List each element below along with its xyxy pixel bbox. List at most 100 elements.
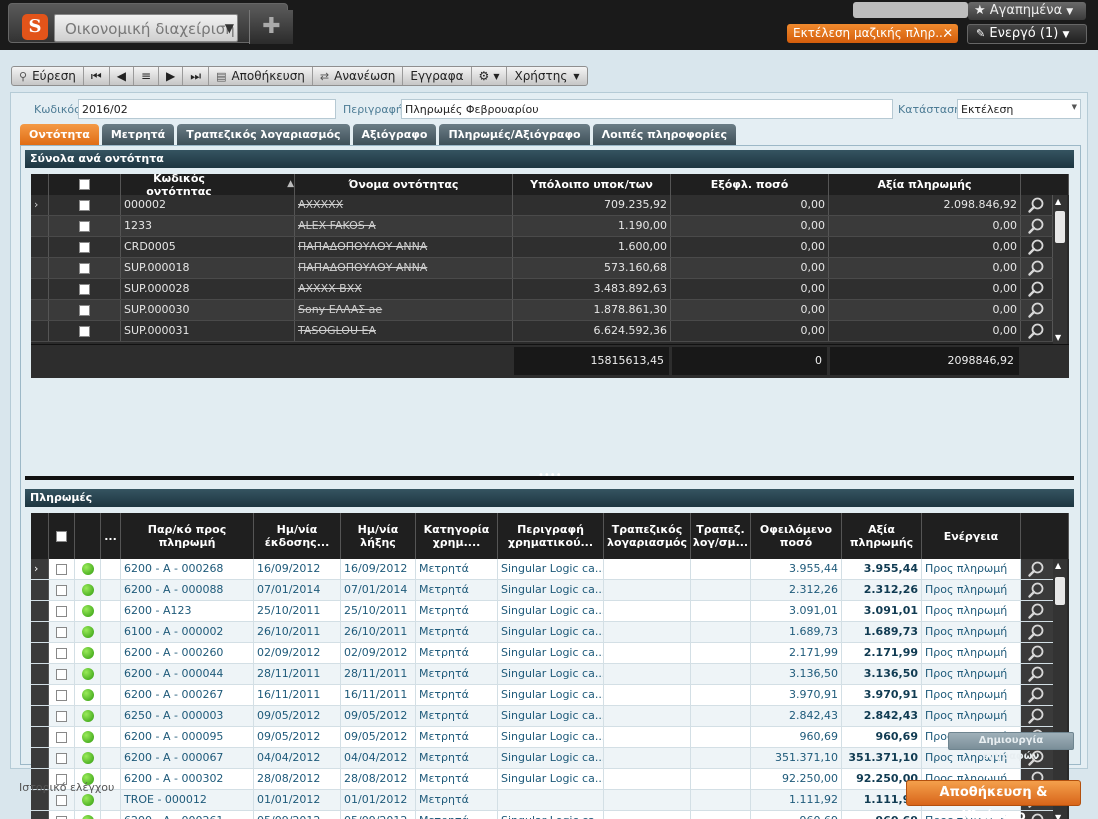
payment-row[interactable]: 6200 - A - 000095 09/05/2012 09/05/2012 Μετ…	[31, 727, 1053, 748]
payment-value[interactable]: 960,69	[842, 811, 922, 819]
payment-value[interactable]: 3.955,44	[842, 559, 922, 579]
list-view-button[interactable]: ≡	[134, 67, 160, 85]
payment-action[interactable]: Προς πληρωμή	[922, 601, 1021, 621]
col-bank-desc[interactable]: Τραπεζ. λογ/σμ...	[691, 513, 751, 559]
next-record-button[interactable]: ▶	[159, 67, 184, 85]
row-checkbox[interactable]	[79, 283, 90, 295]
payment-value[interactable]: 3.970,91	[842, 685, 922, 705]
payment-lookup-button[interactable]	[1021, 664, 1053, 684]
payment-action[interactable]: Προς πληρωμή	[922, 643, 1021, 663]
last-record-button[interactable]: ⏭	[183, 67, 210, 85]
col-payment-ref[interactable]: Παρ/κό προς πληρωμή	[121, 513, 254, 559]
extensions-button[interactable]: ✚	[249, 10, 293, 44]
payment-row[interactable]: › 6200 - A - 000268 16/09/2012 16/09/2012 Με…	[31, 559, 1053, 580]
first-record-button[interactable]: ⏮	[84, 67, 110, 85]
tab-cash[interactable]: Μετρητά	[101, 124, 175, 145]
payment-row[interactable]: TROE - 000012 01/01/2012 01/01/2012 Μετρητά…	[31, 790, 1053, 811]
payment-action[interactable]: Προς πληρωμή	[922, 664, 1021, 684]
payment-row[interactable]: 6200 - A - 000260 02/09/2012 02/09/2012 Μετ…	[31, 643, 1053, 664]
row-checkbox[interactable]	[56, 626, 67, 638]
previous-record-button[interactable]: ◀	[110, 67, 134, 85]
row-checkbox[interactable]	[56, 710, 67, 722]
payment-action[interactable]: Προς πληρωμή	[922, 622, 1021, 642]
row-checkbox[interactable]	[56, 668, 67, 680]
payment-value[interactable]: 2.171,99	[842, 643, 922, 663]
row-checkbox[interactable]	[79, 199, 90, 211]
tab-payments-securities[interactable]: Πληρωμές/Αξιόγραφο	[439, 124, 590, 145]
global-search-input[interactable]	[853, 2, 968, 18]
payment-row[interactable]: 6200 - A - 000302 28/08/2012 28/08/2012 Μετ…	[31, 769, 1053, 790]
scroll-down-icon[interactable]: ▼	[1055, 333, 1061, 342]
col-more[interactable]: ...	[101, 513, 121, 559]
close-icon[interactable]: ✕	[943, 24, 953, 43]
favorites-menu-button[interactable]: ★ Αγαπημένα ▼	[968, 2, 1086, 20]
payments-scroll-thumb[interactable]	[1055, 577, 1065, 605]
col-payment-value[interactable]: Αξία πληρωμής	[842, 513, 922, 559]
entity-lookup-button[interactable]	[1021, 258, 1053, 278]
payment-lookup-button[interactable]	[1021, 643, 1053, 663]
payment-action[interactable]: Προς πληρωμή	[922, 559, 1021, 579]
col-balance[interactable]: Υπόλοιπο υποκ/των	[513, 174, 671, 195]
documents-button[interactable]: Εγγραφα	[403, 67, 472, 85]
payment-lookup-button[interactable]	[1021, 559, 1053, 579]
payment-row[interactable]: 6100 - A - 000002 26/10/2011 26/10/2011 Μετ…	[31, 622, 1053, 643]
entity-row[interactable]: SUP.000030 Sony ΕΛΛΑΣ ae 1.878.861,30 0,00 0…	[31, 300, 1053, 321]
entity-row[interactable]: SUP.000018 ΠΑΠΑΔΟΠΟΥΛΟΥ ΑΝΝΑ 573.160,68 0,0…	[31, 258, 1053, 279]
row-checkbox[interactable]	[56, 647, 67, 659]
entity-row[interactable]: › 000002 ΑΧΧΧΧΧ 709.235,92 0,00 2.098.846,92	[31, 195, 1053, 216]
pane-splitter[interactable]: ••••	[25, 470, 1074, 481]
entity-lookup-button[interactable]	[1021, 216, 1053, 236]
tab-other-info[interactable]: Λοιπές πληροφορίες	[592, 124, 737, 145]
row-checkbox[interactable]	[56, 731, 67, 743]
payment-row[interactable]: 6200 - A - 000044 28/11/2011 28/11/2011 Μετ…	[31, 664, 1053, 685]
row-checkbox[interactable]	[56, 752, 67, 764]
row-checkbox[interactable]	[79, 304, 90, 316]
payment-lookup-button[interactable]	[1021, 580, 1053, 600]
entity-row[interactable]: CRD0005 ΠΑΠΑΔΟΠΟΥΛΟΥ ΑΝΝΑ 1.600,00 0,00 0,00	[31, 237, 1053, 258]
col-paid-amount[interactable]: Εξόφλ. ποσό	[671, 174, 829, 195]
row-checkbox[interactable]	[79, 262, 90, 274]
entity-row[interactable]: 1233 ALEX FAKOS A 1.190,00 0,00 0,00	[31, 216, 1053, 237]
payment-value[interactable]: 3.091,01	[842, 601, 922, 621]
col-payment-value[interactable]: Αξία πληρωμής	[829, 174, 1021, 195]
settings-menu-button[interactable]: ⚙ ▼	[472, 67, 508, 85]
row-checkbox[interactable]	[56, 584, 67, 596]
col-expiry-date[interactable]: Ημ/νία λήξης	[341, 513, 416, 559]
scroll-down-icon[interactable]: ▼	[1055, 813, 1061, 819]
payment-value[interactable]: 351.371,10	[842, 748, 922, 768]
row-checkbox[interactable]	[56, 815, 67, 819]
scroll-up-icon[interactable]: ▲	[1055, 561, 1061, 570]
entity-lookup-button[interactable]	[1021, 300, 1053, 320]
save-and-close-button[interactable]: Αποθήκευση & Κλείσιμο	[906, 780, 1081, 819]
entity-lookup-button[interactable]	[1021, 321, 1053, 341]
row-checkbox[interactable]	[79, 220, 90, 232]
col-entity-name[interactable]: Όνομα οντότητας	[295, 174, 513, 195]
payment-row[interactable]: 6200 - A - 00026105/09/201205/09/2012Μετ…	[31, 811, 1053, 819]
payment-action[interactable]: Προς πληρωμή	[922, 685, 1021, 705]
row-checkbox[interactable]	[56, 794, 67, 806]
payment-row[interactable]: 6200 - A123 25/10/2011 25/10/2011 Μετρητά Si…	[31, 601, 1053, 622]
select-all-payments-checkbox[interactable]	[56, 530, 67, 542]
create-entries-button[interactable]: Δημιουργία εγγραφών	[948, 732, 1074, 762]
row-checkbox[interactable]	[56, 689, 67, 701]
payment-value[interactable]: 3.136,50	[842, 664, 922, 684]
status-select[interactable]: Εκτέλεση ▼	[957, 99, 1081, 119]
module-select[interactable]: Οικονομική διαχείριση ▼	[54, 14, 238, 42]
refresh-button[interactable]: ⇄ Ανανέωση	[313, 67, 404, 85]
payment-lookup-button[interactable]	[1021, 706, 1053, 726]
col-issue-date[interactable]: Ημ/νία έκδοσης...	[254, 513, 341, 559]
entity-row[interactable]: SUP.000031 TASOGLOU EA 6.624.592,36 0,00 0,0…	[31, 321, 1053, 342]
col-entity-code[interactable]: Κωδικός οντότητας ▲	[121, 174, 295, 198]
payment-lookup-button[interactable]	[1021, 685, 1053, 705]
payment-value[interactable]: 1.689,73	[842, 622, 922, 642]
open-window-tab[interactable]: Εκτέλεση μαζικής πληρ... ✕	[787, 24, 958, 43]
entity-lookup-button[interactable]	[1021, 237, 1053, 257]
col-action[interactable]: Ενέργεια	[922, 513, 1021, 559]
audit-history-link[interactable]: Ιστορικό ελέγχου	[19, 781, 114, 794]
col-description[interactable]: Περιγραφή χρηματικού...	[498, 513, 604, 559]
active-windows-button[interactable]: ✎ Ενεργό (1) ▼	[967, 24, 1087, 44]
code-field[interactable]: 2016/02	[78, 99, 336, 119]
user-menu-button[interactable]: Χρήστης ▼	[507, 67, 586, 85]
payment-lookup-button[interactable]	[1021, 601, 1053, 621]
entity-row[interactable]: SUP.000028 ΑΧΧΧΧ ΒΧΧ 3.483.892,63 0,00 0,00	[31, 279, 1053, 300]
